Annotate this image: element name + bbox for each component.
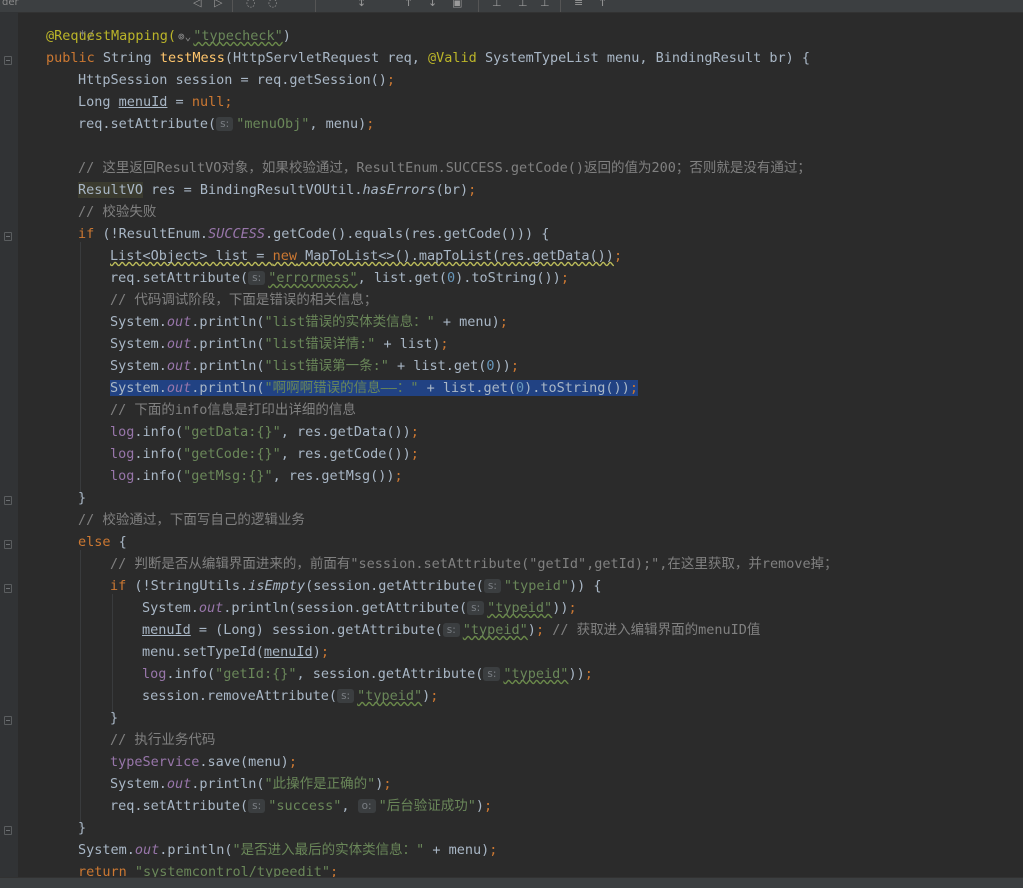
param-hint: s: [467, 601, 485, 615]
code-line: ResultVO res = BindingResultVOUtil.hasEr… [78, 182, 477, 198]
code-line: session.removeAttribute(s: "typeid"); [142, 688, 439, 704]
nav-forward-icon[interactable]: ▷ [214, 0, 222, 9]
code-line: log.info("getId:{}", session.getAttribut… [142, 666, 593, 682]
indent-icon[interactable]: ≡ [574, 0, 583, 9]
run-icon[interactable]: ◌ [246, 0, 256, 9]
pin-icon[interactable]: ↑ [598, 0, 607, 9]
code-line: } [78, 490, 87, 506]
code-line: System.out.println("是否进入最后的实体类信息：" + men… [78, 842, 498, 858]
code-line: req.setAttribute(s: "success", o: "后台验证成功"… [110, 798, 493, 814]
code-line: @RequestMapping(⊚⌄ "typecheck") [46, 25, 291, 47]
fold-marker-icon[interactable] [4, 584, 12, 593]
save-icon[interactable]: ▣ [452, 0, 462, 9]
code-line: System.out.println("list错误第一条:" + list.g… [110, 358, 519, 374]
code-line: else { [78, 534, 127, 550]
code-line: Long menuId = null; [78, 94, 233, 110]
selected-code-line[interactable]: System.out.println("啊啊啊错误的信息——：" + list.… [110, 377, 638, 399]
code-line: if (!ResultEnum.SUCCESS.getCode().equals… [78, 226, 550, 242]
fold-marker-icon[interactable] [4, 56, 12, 65]
code-line: log.info("getMsg:{}", res.getMsg()); [110, 468, 403, 484]
globe-icon[interactable]: ⊚⌄ [178, 26, 191, 48]
param-hint: s: [483, 579, 501, 593]
code-line: HttpSession session = req.getSession(); [78, 72, 395, 88]
code-line: typeService.save(menu); [110, 754, 297, 770]
fold-marker-icon[interactable] [4, 232, 12, 241]
fold-marker-icon[interactable] [4, 496, 12, 505]
editor-gutter [0, 12, 18, 877]
tab-label[interactable]: der [2, 0, 19, 8]
code-line: // 判断是否从编辑界面进来的，前面有"session.setAttribute… [110, 556, 838, 572]
code-line: log.info("getCode:{}", res.getCode()); [110, 446, 419, 462]
code-line: log.info("getData:{}", res.getData()); [110, 424, 419, 440]
fold-marker-icon[interactable] [4, 540, 12, 549]
code-line: req.setAttribute(s: "errormess", list.get… [110, 270, 569, 286]
code-line: req.setAttribute(s: "menuObj", menu); [78, 116, 375, 132]
indent-guide [80, 242, 81, 498]
code-line: */ [78, 28, 95, 44]
horizontal-scrollbar[interactable] [0, 877, 1023, 888]
code-line: public String testMess(HttpServletReques… [46, 50, 811, 66]
param-hint: s: [248, 799, 266, 813]
code-line: } [110, 710, 119, 726]
split-icon[interactable]: ⊥ [540, 0, 550, 9]
code-line: if (!StringUtils.isEmpty(session.getAttr… [110, 578, 602, 594]
step-over-icon[interactable]: ↑ [404, 0, 413, 9]
fold-marker-icon[interactable] [4, 826, 12, 835]
param-hint: s: [483, 667, 501, 681]
code-line: System.out.println(session.getAttribute(… [142, 600, 577, 616]
code-line: menuId = (Long) session.getAttribute(s: "… [142, 622, 761, 638]
code-line: List<Object> list = new MapToList<>().ma… [110, 248, 623, 264]
code-line: // 校验通过，下面写自己的逻辑业务 [78, 512, 305, 528]
nav-back-icon[interactable]: ◁ [193, 0, 201, 9]
code-line: } [78, 820, 87, 836]
code-line: // 下面的info信息是打印出详细的信息 [110, 402, 356, 418]
indent-guide [80, 550, 81, 828]
fold-marker-icon[interactable] [4, 716, 12, 725]
debug-icon[interactable]: ◌ [268, 0, 278, 9]
code-line: // 校验失败 [78, 204, 157, 220]
param-hint: o: [357, 799, 376, 813]
param-hint: s: [216, 117, 234, 131]
code-line: menu.setTypeId(menuId); [142, 644, 329, 660]
code-line: // 这里返回ResultVO对象，如果校验通过，ResultEnum.SUCC… [78, 160, 811, 176]
param-hint: s: [248, 271, 266, 285]
code-line: // 执行业务代码 [110, 732, 216, 748]
align-icon[interactable]: ⊥ [492, 0, 502, 9]
step-icon[interactable]: ↕ [357, 0, 366, 9]
code-line: System.out.println("list错误的实体类信息：" + men… [110, 314, 508, 330]
param-hint: s: [442, 623, 460, 637]
step-into-icon[interactable]: ↓ [428, 0, 437, 9]
editor-toolbar: der ◁ ▷ ◌ ◌ ↕ ↑ ↓ ▣ ⊥ ⊥ ⊥ ≡ ↑ [0, 0, 1023, 13]
param-hint: s: [337, 689, 355, 703]
code-line: System.out.println("此操作是正确的"); [110, 776, 392, 792]
code-line: System.out.println("list错误详情:" + list); [110, 336, 449, 352]
indent-guide [112, 594, 113, 716]
code-line: // 代码调试阶段，下面是错误的相关信息； [110, 292, 378, 308]
distribute-icon[interactable]: ⊥ [518, 0, 528, 9]
